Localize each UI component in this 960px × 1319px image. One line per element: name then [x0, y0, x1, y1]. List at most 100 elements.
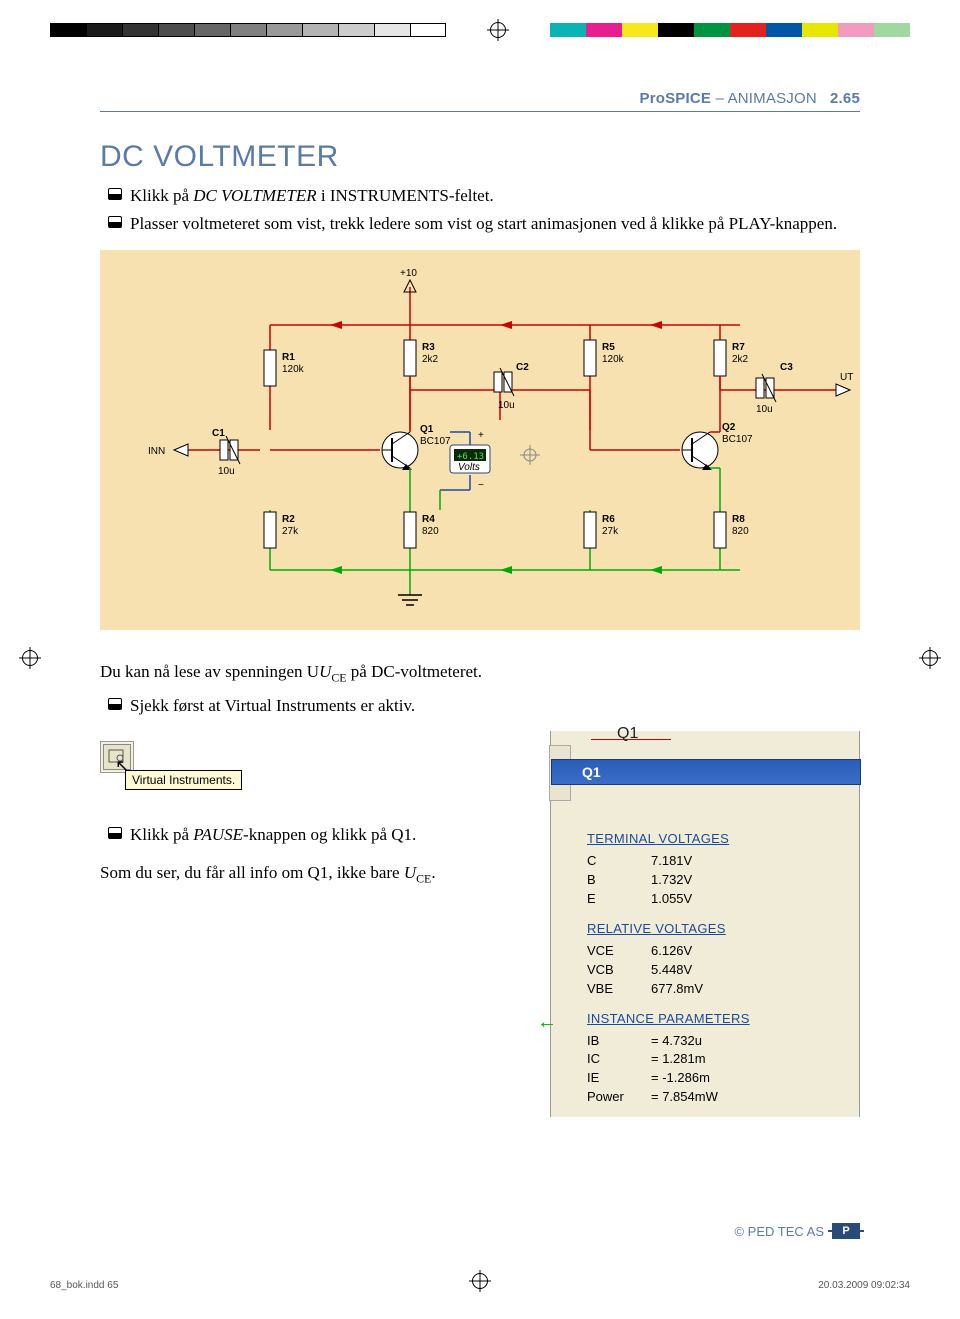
- copyright: © PED TEC AS: [734, 1224, 824, 1239]
- schematic-supply-label: +10: [400, 268, 417, 279]
- svg-text:R1: R1: [282, 352, 295, 363]
- resistor-R1: R1 120k: [264, 350, 305, 386]
- transistor-Q1: Q1 BC107: [270, 376, 451, 510]
- bullet-item: Sjekk først at Virtual Instruments er ak…: [108, 694, 860, 718]
- panel-row: Power= 7.854mW: [587, 1088, 839, 1107]
- bullet-text: i INSTRUMENTS-feltet.: [317, 186, 494, 205]
- bullet-item: Klikk på PAUSE-knappen og klikk på Q1.: [108, 823, 510, 847]
- panel-row: IE= -1.286m: [587, 1069, 839, 1088]
- registration-mark-icon: [922, 650, 938, 666]
- svg-text:Q2: Q2: [722, 422, 736, 433]
- bullet-icon: [108, 827, 122, 839]
- svg-text:120k: 120k: [282, 364, 305, 375]
- virtual-instruments-button[interactable]: ↖ Virtual Instruments.: [100, 741, 134, 773]
- bullet-text-em: DC VOLTMETER: [193, 186, 316, 205]
- bullet-text: -knappen og klikk på Q1.: [243, 825, 416, 844]
- page-content: ProSPICE – ANIMASJON 2.65 DC VOLTMETER K…: [100, 90, 860, 1239]
- resistor-R2: R2 27k: [264, 512, 299, 548]
- grayscale-bar: [50, 23, 446, 37]
- resistor-R8: R8 820: [714, 512, 749, 548]
- component-label: Q1: [617, 725, 638, 743]
- schematic-figure: +10 R1 120k R3 2k2: [100, 250, 860, 630]
- svg-text:C2: C2: [516, 362, 529, 373]
- svg-text:820: 820: [422, 526, 439, 537]
- intro-bullets: Klikk på DC VOLTMETER i INSTRUMENTS-felt…: [108, 184, 860, 236]
- page-footer: © PED TEC AS P: [734, 1223, 860, 1239]
- header-brand: ProSPICE: [640, 90, 712, 107]
- panel-row: E1.055V: [587, 890, 839, 909]
- svg-text:R3: R3: [422, 342, 435, 353]
- bullet-text: Plasser voltmeteret som vist, trekk lede…: [130, 212, 837, 236]
- resistor-R6: R6 27k: [584, 512, 619, 548]
- svg-text:Q1: Q1: [420, 424, 434, 435]
- print-registration-top: [0, 20, 960, 40]
- panel-title: Q1: [582, 764, 601, 780]
- svg-text:C1: C1: [212, 428, 225, 439]
- header-page-number: 2.65: [830, 90, 860, 107]
- panel-row: VBE677.8mV: [587, 980, 839, 999]
- bullet-text: Klikk på: [130, 825, 193, 844]
- svg-text:BC107: BC107: [722, 434, 753, 445]
- bullet-icon: [108, 698, 122, 710]
- capacitor-C3: C3 10u: [720, 362, 800, 415]
- running-header: ProSPICE – ANIMASJON 2.65: [100, 90, 860, 111]
- svg-text:10u: 10u: [218, 466, 235, 477]
- bullet-text: Sjekk først at Virtual Instruments er ak…: [130, 694, 415, 718]
- header-rule: [100, 111, 860, 112]
- resistor-R7: R7 2k2: [714, 340, 749, 376]
- bullet-icon: [108, 188, 122, 200]
- panel-section-title: RELATIVE VOLTAGES: [587, 921, 839, 936]
- color-bar: [550, 23, 910, 37]
- bullet-item: Plasser voltmeteret som vist, trekk lede…: [108, 212, 860, 236]
- bullet-icon: [108, 216, 122, 228]
- panel-row: IB= 4.732u: [587, 1032, 839, 1051]
- bullet-item: Klikk på DC VOLTMETER i INSTRUMENTS-felt…: [108, 184, 860, 208]
- svg-text:R4: R4: [422, 514, 435, 525]
- svg-text:10u: 10u: [498, 400, 515, 411]
- resistor-R5: R5 120k: [584, 340, 625, 376]
- svg-text:27k: 27k: [602, 526, 619, 537]
- svg-text:10u: 10u: [756, 404, 773, 415]
- panel-titlebar[interactable]: Q1: [551, 759, 861, 785]
- svg-text:27k: 27k: [282, 526, 299, 537]
- print-filename: 68_bok.indd 65: [50, 1280, 118, 1291]
- capacitor-C1: C1 10u: [184, 428, 260, 477]
- component-info-panel: Q1 Q1 ← TERMINAL VOLTAGES C7.181V B1.732…: [550, 731, 860, 1116]
- svg-text:BC107: BC107: [420, 436, 451, 447]
- transistor-Q2: Q2 BC107: [682, 376, 753, 510]
- svg-text:2k2: 2k2: [422, 354, 439, 365]
- svg-text:2k2: 2k2: [732, 354, 749, 365]
- page-title: DC VOLTMETER: [100, 140, 860, 174]
- wire-arrow-icon: ←: [537, 1011, 557, 1034]
- body-paragraph: Som du ser, du får all info om Q1, ikke …: [100, 861, 510, 887]
- svg-text:120k: 120k: [602, 354, 625, 365]
- svg-text:820: 820: [732, 526, 749, 537]
- capacitor-C2: C2 10u: [410, 362, 590, 420]
- schematic-inn-label: INN: [148, 446, 165, 457]
- svg-text:+: +: [478, 430, 484, 441]
- tooltip: Virtual Instruments.: [125, 770, 242, 790]
- svg-text:−: −: [478, 480, 484, 491]
- svg-text:Volts: Volts: [458, 462, 480, 473]
- svg-text:C3: C3: [780, 362, 793, 373]
- panel-row: IC= 1.281m: [587, 1050, 839, 1069]
- resistor-R3: R3 2k2: [404, 340, 439, 376]
- print-timestamp: 20.03.2009 09:02:34: [818, 1280, 910, 1291]
- bullet-text-em: PAUSE: [193, 825, 243, 844]
- body-paragraph: Du kan nå lese av spenningen UUCE på DC-…: [100, 660, 860, 686]
- bullet-text: Klikk på: [130, 186, 193, 205]
- panel-body: TERMINAL VOLTAGES C7.181V B1.732V E1.055…: [551, 771, 859, 1116]
- panel-row: VCE6.126V: [587, 942, 839, 961]
- publisher-logo-icon: P: [832, 1223, 860, 1239]
- print-footer: 68_bok.indd 65 20.03.2009 09:02:34: [50, 1280, 910, 1291]
- registration-mark-icon: [490, 22, 506, 38]
- panel-row: B1.732V: [587, 871, 839, 890]
- panel-row: C7.181V: [587, 852, 839, 871]
- resistor-R4: R4 820: [404, 512, 439, 548]
- svg-text:R6: R6: [602, 514, 615, 525]
- svg-text:+6.13: +6.13: [457, 452, 484, 462]
- registration-mark-icon: [22, 650, 38, 666]
- svg-text:R5: R5: [602, 342, 615, 353]
- header-section: – ANIMASJON: [711, 90, 817, 107]
- panel-section-title: TERMINAL VOLTAGES: [587, 831, 839, 846]
